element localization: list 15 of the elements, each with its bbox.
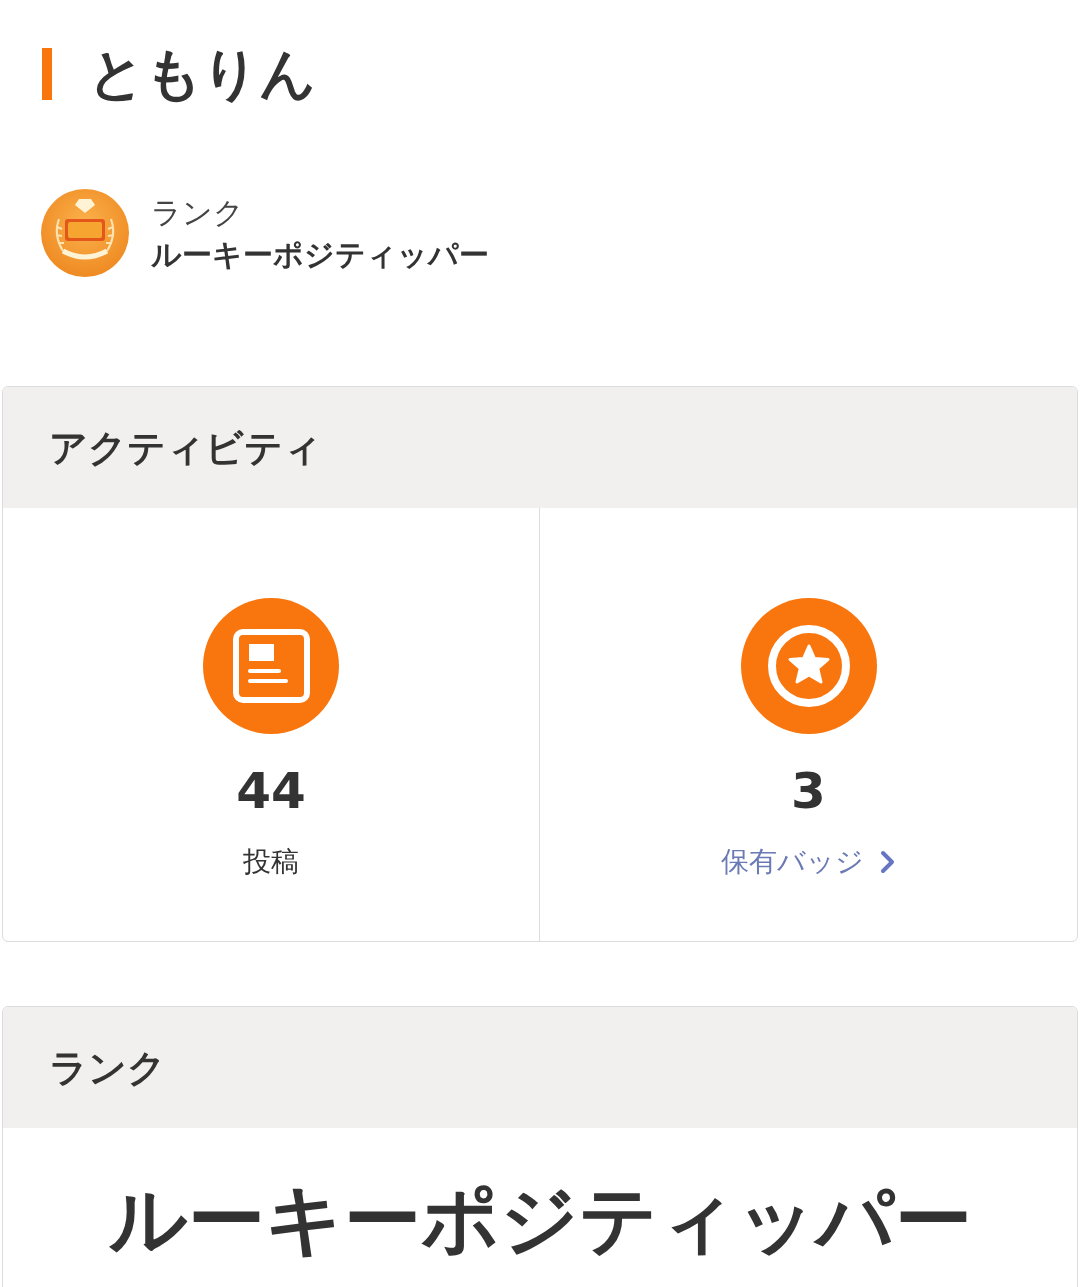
- owned-badges-link[interactable]: 保有バッジ: [721, 842, 896, 882]
- stat-value: 44: [236, 761, 306, 822]
- chevron-right-icon: [880, 850, 896, 874]
- activity-heading: アクティビティ: [49, 424, 322, 472]
- document-icon: [203, 598, 339, 734]
- stat-value: 3: [791, 761, 826, 822]
- user-name: ともりん: [88, 42, 316, 106]
- title-accent-bar: [42, 48, 52, 100]
- stat-label: 投稿: [243, 844, 299, 880]
- rank-badge-icon: [41, 189, 129, 277]
- star-badge-icon: [740, 598, 877, 734]
- rank-label: ランク: [151, 194, 245, 232]
- rank-title: ルーキーポジティッパー: [108, 1174, 972, 1266]
- rank-name: ルーキーポジティッパー: [151, 236, 489, 274]
- rank-heading: ランク: [49, 1044, 166, 1092]
